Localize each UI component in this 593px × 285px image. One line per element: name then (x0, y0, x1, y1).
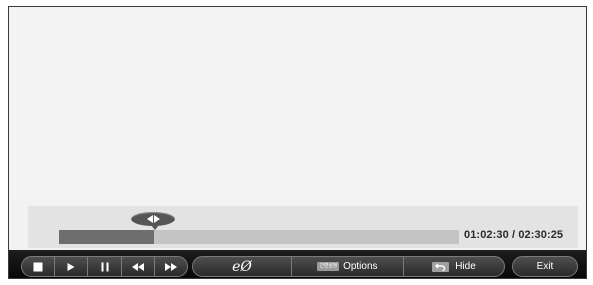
player-screen: 01:02:30 / 02:30:25 eØ 간편설정 Options Hide… (8, 6, 587, 279)
options-button[interactable]: 간편설정 Options (292, 257, 404, 276)
current-time: 01:02:30 (464, 229, 509, 241)
pause-button[interactable] (88, 257, 122, 276)
scrubber-handle[interactable] (131, 212, 175, 230)
rewind-icon (131, 262, 144, 271)
play-button[interactable] (55, 257, 89, 276)
fast-forward-icon (164, 262, 177, 271)
back-arrow-icon (432, 261, 450, 272)
stop-icon (33, 262, 43, 271)
rewind-button[interactable] (122, 257, 155, 276)
video-area[interactable] (9, 7, 586, 204)
exit-label: Exit (536, 261, 554, 272)
time-readout: 01:02:30 / 02:30:25 (464, 229, 563, 241)
total-duration: 02:30:25 (518, 229, 564, 241)
hide-label: Hide (455, 261, 476, 272)
progress-bar[interactable] (59, 230, 459, 244)
play-icon (67, 262, 75, 271)
seek-right-arrow-icon (154, 215, 160, 223)
time-separator: / (512, 229, 516, 241)
transport-controls (21, 256, 188, 277)
function-buttons: eØ 간편설정 Options Hide (192, 256, 505, 277)
seek-left-arrow-icon (147, 215, 153, 223)
hide-button[interactable]: Hide (404, 257, 504, 276)
control-bar: eØ 간편설정 Options Hide Exit (9, 250, 586, 278)
options-label: Options (343, 261, 378, 272)
fast-forward-button[interactable] (155, 257, 187, 276)
energy-saving-icon: eØ (232, 258, 252, 275)
pause-icon (101, 262, 108, 271)
energy-saving-button[interactable]: eØ (193, 257, 292, 276)
progress-panel: 01:02:30 / 02:30:25 (28, 206, 578, 248)
stop-button[interactable] (22, 257, 56, 276)
quick-settings-key-icon: 간편설정 (317, 262, 340, 271)
exit-button[interactable]: Exit (512, 256, 578, 277)
progress-fill (59, 230, 154, 244)
